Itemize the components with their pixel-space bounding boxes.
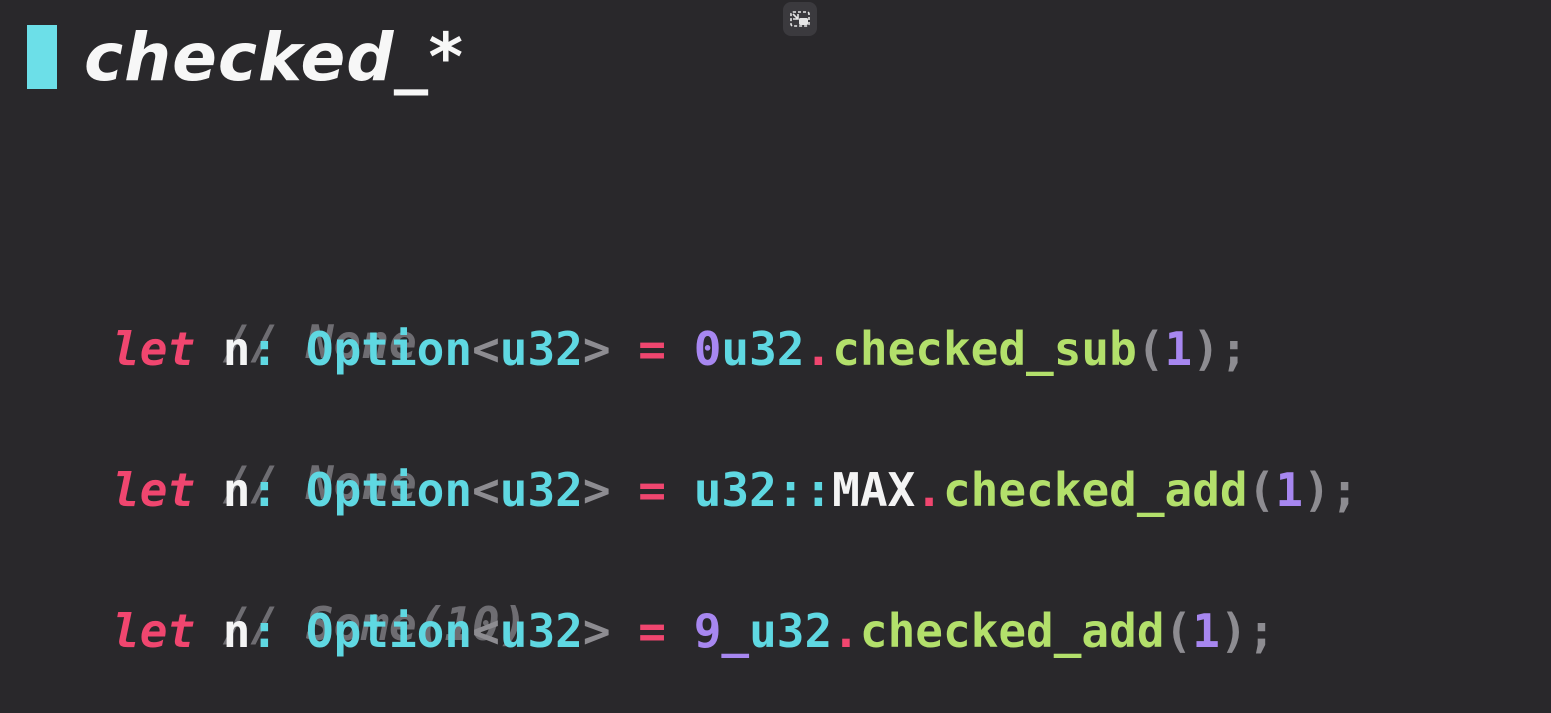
receiver-type: u32 <box>693 462 777 517</box>
code-block: // None let n: Option<u32> = 0u32.checke… <box>112 246 1358 669</box>
slide-title: checked_* <box>84 19 465 96</box>
code-line: let n: Option<u32> = u32::MAX.checked_ad… <box>112 458 1358 529</box>
picture-in-picture-exit-icon <box>790 11 810 27</box>
generic-open: < <box>472 603 500 658</box>
method-argument: 1 <box>1164 321 1193 376</box>
paren-close: ) <box>1303 462 1331 517</box>
type-argument: u32 <box>499 462 583 517</box>
type-name: Option <box>305 462 473 517</box>
receiver-number: 0 <box>693 321 722 376</box>
type-argument: u32 <box>499 603 583 658</box>
keyword-let: let <box>112 603 196 658</box>
code-line: let n: Option<u32> = 9_u32.checked_add(1… <box>112 599 1358 670</box>
generic-open: < <box>472 462 500 517</box>
title-accent-bar <box>27 25 57 89</box>
type-colon: : <box>250 321 279 376</box>
semicolon: ; <box>1247 603 1276 658</box>
method-dot: . <box>915 462 943 517</box>
code-line: // Some(10) <box>112 528 1358 651</box>
code-line: // None <box>112 387 1358 510</box>
paren-open: ( <box>1136 321 1165 376</box>
keyword-let: let <box>112 462 196 517</box>
variable-name: n <box>222 462 251 517</box>
receiver-number: 9_ <box>693 603 750 658</box>
method-dot: . <box>804 321 833 376</box>
pip-button[interactable] <box>783 2 817 36</box>
semicolon: ; <box>1330 462 1359 517</box>
type-colon: : <box>250 462 279 517</box>
semicolon: ; <box>1219 321 1248 376</box>
generic-close: > <box>582 603 611 658</box>
keyword-let: let <box>112 321 196 376</box>
receiver-type: u32 <box>749 603 833 658</box>
assign-operator: = <box>638 321 666 376</box>
method-argument: 1 <box>1192 603 1220 658</box>
paren-open: ( <box>1164 603 1193 658</box>
type-colon: : <box>250 603 279 658</box>
generic-close: > <box>582 462 611 517</box>
generic-open: < <box>472 321 500 376</box>
path-separator: :: <box>776 462 833 517</box>
method-name: checked_add <box>859 603 1165 658</box>
code-line: let n: Option<u32> = 0u32.checked_sub(1)… <box>112 317 1358 388</box>
method-dot: . <box>832 603 860 658</box>
receiver-type: u32 <box>721 321 805 376</box>
type-name: Option <box>305 321 473 376</box>
paren-close: ) <box>1192 321 1220 376</box>
method-name: checked_add <box>942 462 1248 517</box>
paren-open: ( <box>1247 462 1276 517</box>
type-name: Option <box>305 603 473 658</box>
assign-operator: = <box>638 462 666 517</box>
paren-close: ) <box>1219 603 1248 658</box>
generic-close: > <box>582 321 611 376</box>
method-argument: 1 <box>1275 462 1304 517</box>
method-name: checked_sub <box>832 321 1137 376</box>
receiver-constant: MAX <box>832 462 916 517</box>
assign-operator: = <box>638 603 666 658</box>
code-line: // None <box>112 246 1358 369</box>
variable-name: n <box>222 603 251 658</box>
variable-name: n <box>222 321 251 376</box>
type-argument: u32 <box>499 321 583 376</box>
